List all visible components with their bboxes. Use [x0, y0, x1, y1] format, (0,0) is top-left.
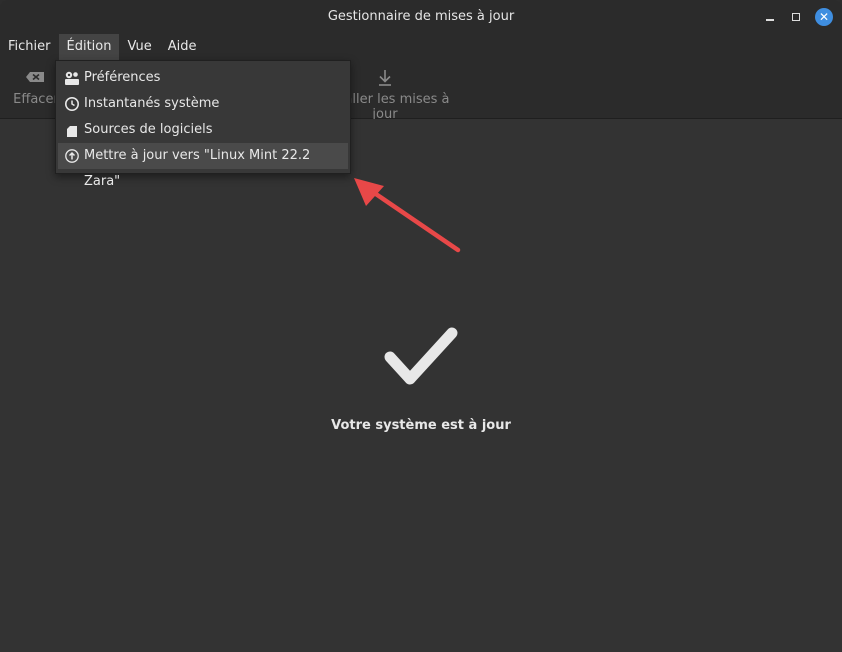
- minimize-button[interactable]: [761, 8, 779, 26]
- clear-button[interactable]: Effacer: [12, 68, 60, 107]
- menu-file[interactable]: Fichier: [0, 34, 59, 60]
- maximize-icon: [792, 13, 800, 21]
- clear-icon: [26, 72, 44, 82]
- status-message: Votre système est à jour: [331, 418, 511, 433]
- menu-item-system-snapshots[interactable]: Instantanés système: [58, 91, 348, 117]
- clear-label: Effacer: [13, 92, 59, 107]
- menu-item-upgrade-linux-mint[interactable]: Mettre à jour vers "Linux Mint 22.2 Zara…: [58, 143, 348, 189]
- menu-view[interactable]: Vue: [119, 34, 159, 60]
- menu-item-label: Préférences: [84, 70, 161, 85]
- close-button[interactable]: ✕: [815, 8, 833, 26]
- menu-help[interactable]: Aide: [160, 34, 205, 60]
- update-manager-window: Gestionnaire de mises à jour ✕ Fichier É…: [0, 0, 842, 652]
- checkmark-icon: [384, 327, 458, 385]
- window-title: Gestionnaire de mises à jour: [327, 9, 515, 24]
- menu-item-label: Instantanés système: [84, 96, 220, 111]
- upgrade-arrow-icon: [65, 149, 79, 163]
- edit-menu-dropdown: Préférences Instantanés système Sources …: [55, 60, 351, 189]
- menu-item-preferences[interactable]: Préférences: [58, 65, 348, 91]
- clock-icon: [65, 97, 79, 111]
- menu-bar: Fichier Édition Vue Aide: [0, 34, 842, 60]
- menu-edit[interactable]: Édition: [58, 34, 120, 60]
- menu-item-label: Sources de logiciels: [84, 122, 213, 137]
- close-icon: ✕: [818, 10, 830, 24]
- menu-item-software-sources[interactable]: Sources de logiciels: [58, 117, 348, 143]
- minimize-icon: [766, 19, 774, 21]
- title-bar[interactable]: Gestionnaire de mises à jour ✕: [0, 0, 842, 34]
- package-icon: [67, 126, 77, 137]
- maximize-button[interactable]: [787, 8, 805, 26]
- preferences-icon: [65, 71, 79, 85]
- annotation-arrow: [354, 178, 461, 253]
